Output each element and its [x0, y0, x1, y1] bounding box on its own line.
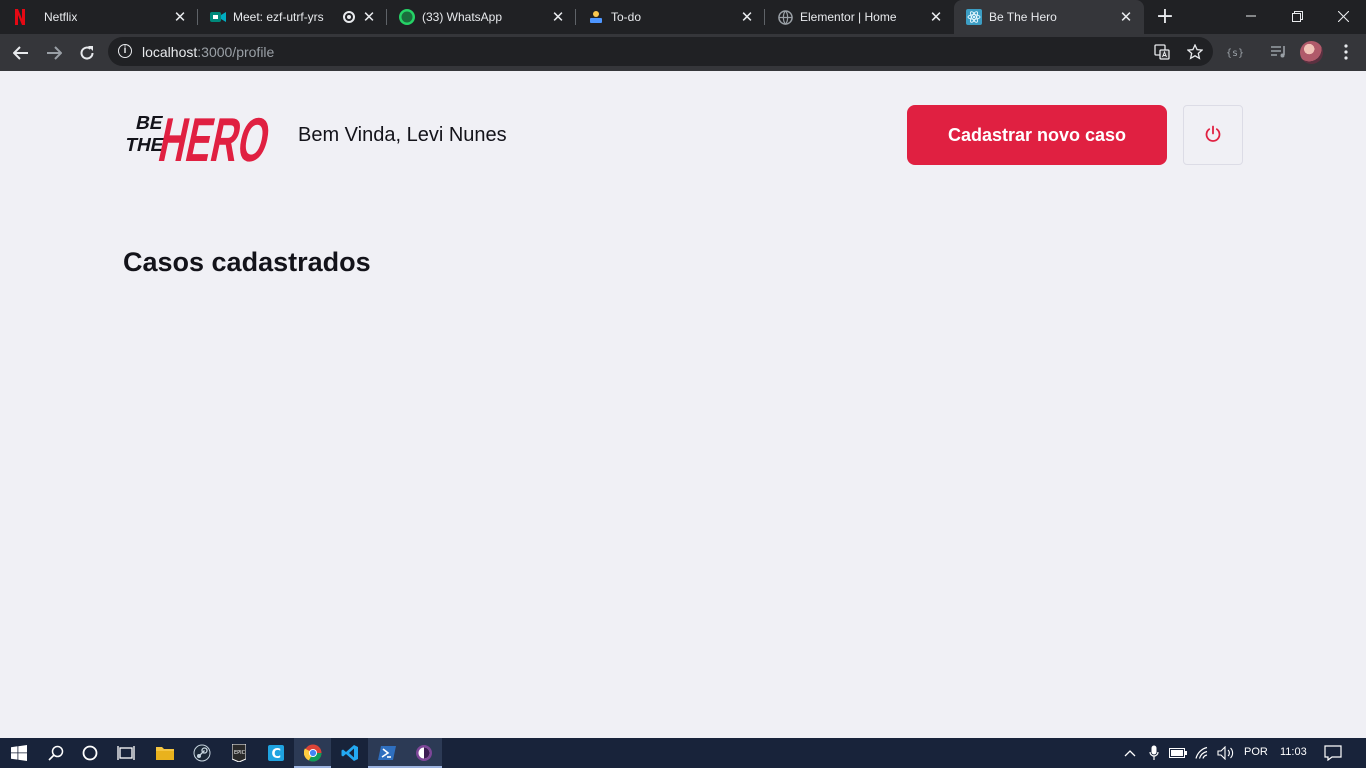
tab-whatsapp[interactable]: (33) WhatsApp ✕ [387, 0, 576, 34]
forward-button[interactable] [41, 40, 67, 66]
svg-text:C: C [271, 747, 281, 761]
notifications-icon[interactable] [1324, 744, 1342, 762]
tab-todo[interactable]: To-do ✕ [576, 0, 765, 34]
url-path: :3000/profile [197, 44, 275, 60]
powershell-icon[interactable] [368, 738, 405, 768]
registered-cases-heading: Casos cadastrados [123, 247, 371, 277]
svg-text:HERO: HERO [153, 106, 275, 167]
translate-icon[interactable] [1152, 42, 1172, 62]
battery-icon[interactable] [1169, 744, 1187, 762]
new-tab-button[interactable]: + [1154, 6, 1176, 28]
microphone-icon[interactable] [1145, 744, 1163, 762]
tab-netflix[interactable]: Netflix ✕ [0, 0, 198, 34]
react-icon [966, 9, 982, 25]
reload-button[interactable] [74, 40, 100, 66]
register-new-case-button[interactable]: Cadastrar novo caso [907, 105, 1167, 165]
close-tab-icon[interactable]: ✕ [739, 9, 755, 25]
recording-icon [343, 11, 355, 23]
tab-be-the-hero[interactable]: Be The Hero ✕ [954, 0, 1144, 34]
file-explorer-icon[interactable] [146, 738, 183, 768]
vscode-icon[interactable] [331, 738, 368, 768]
input-language[interactable]: POR [1244, 746, 1268, 758]
restore-window-button[interactable] [1274, 0, 1320, 32]
media-control-icon[interactable] [1269, 42, 1289, 62]
address-bar[interactable]: i localhost:3000/profile [108, 37, 1213, 66]
site-info-icon[interactable]: i [118, 44, 132, 58]
ccleaner-icon[interactable]: C [257, 738, 294, 768]
tab-title: Elementor | Home [800, 10, 897, 24]
tab-title: To-do [611, 10, 642, 24]
url-text: localhost:3000/profile [142, 44, 274, 60]
close-tab-icon[interactable]: ✕ [550, 9, 566, 25]
chrome-icon[interactable] [294, 738, 331, 768]
url-host: localhost [142, 44, 198, 60]
volume-icon[interactable] [1217, 744, 1235, 762]
close-window-button[interactable] [1320, 0, 1366, 32]
close-tab-icon[interactable]: ✕ [928, 9, 944, 25]
globe-icon [777, 9, 793, 25]
bookmark-star-icon[interactable] [1185, 42, 1205, 62]
wifi-icon[interactable] [1194, 744, 1212, 762]
epic-games-icon[interactable]: EPIC [220, 738, 257, 768]
logout-button[interactable] [1183, 105, 1243, 165]
be-the-hero-logo: BE THE HERO [123, 101, 276, 175]
profile-avatar[interactable] [1300, 41, 1323, 64]
windows-taskbar: EPIC C POR 11:03 [0, 738, 1366, 768]
tab-meet[interactable]: Meet: ezf-utrf-yrs ✕ [198, 0, 387, 34]
svg-text:BE: BE [134, 113, 165, 134]
minimize-window-button[interactable] [1228, 0, 1274, 32]
close-tab-icon[interactable]: ✕ [1118, 9, 1134, 25]
task-view-icon[interactable] [107, 738, 144, 768]
whatsapp-icon [399, 9, 415, 25]
profile-page: BE THE HERO Bem Vinda, Levi Nunes Cadast… [0, 71, 1366, 738]
tab-elementor[interactable]: Elementor | Home ✕ [765, 0, 954, 34]
svg-text:EPIC: EPIC [234, 750, 246, 756]
power-icon [1204, 125, 1222, 146]
tab-title: (33) WhatsApp [422, 10, 503, 24]
steam-icon[interactable] [183, 738, 220, 768]
search-icon[interactable] [37, 738, 74, 768]
tab-title: Meet: ezf-utrf-yrs [233, 10, 324, 24]
tab-title: Netflix [44, 10, 78, 24]
windows-start-icon[interactable] [0, 738, 37, 768]
clock-time[interactable]: 11:03 [1280, 746, 1307, 758]
extension-icon[interactable]: {s} [1225, 42, 1245, 62]
welcome-text: Bem Vinda, Levi Nunes [298, 124, 507, 146]
close-tab-icon[interactable]: ✕ [172, 9, 188, 25]
tab-title: Be The Hero [989, 10, 1057, 24]
todo-icon [588, 9, 604, 25]
netflix-icon [12, 9, 28, 25]
back-button[interactable] [8, 40, 34, 66]
svg-text:{s}: {s} [1226, 48, 1244, 58]
tor-browser-icon[interactable] [405, 738, 442, 768]
google-meet-icon [210, 9, 226, 25]
browser-tab-strip: Netflix ✕ Meet: ezf-utrf-yrs ✕ (33) What… [0, 0, 1366, 34]
more-menu-icon[interactable] [1336, 42, 1356, 62]
close-tab-icon[interactable]: ✕ [361, 9, 377, 25]
browser-toolbar: i localhost:3000/profile {s} [0, 34, 1366, 71]
chevron-up-icon[interactable] [1121, 744, 1139, 762]
cortana-icon[interactable] [71, 738, 108, 768]
